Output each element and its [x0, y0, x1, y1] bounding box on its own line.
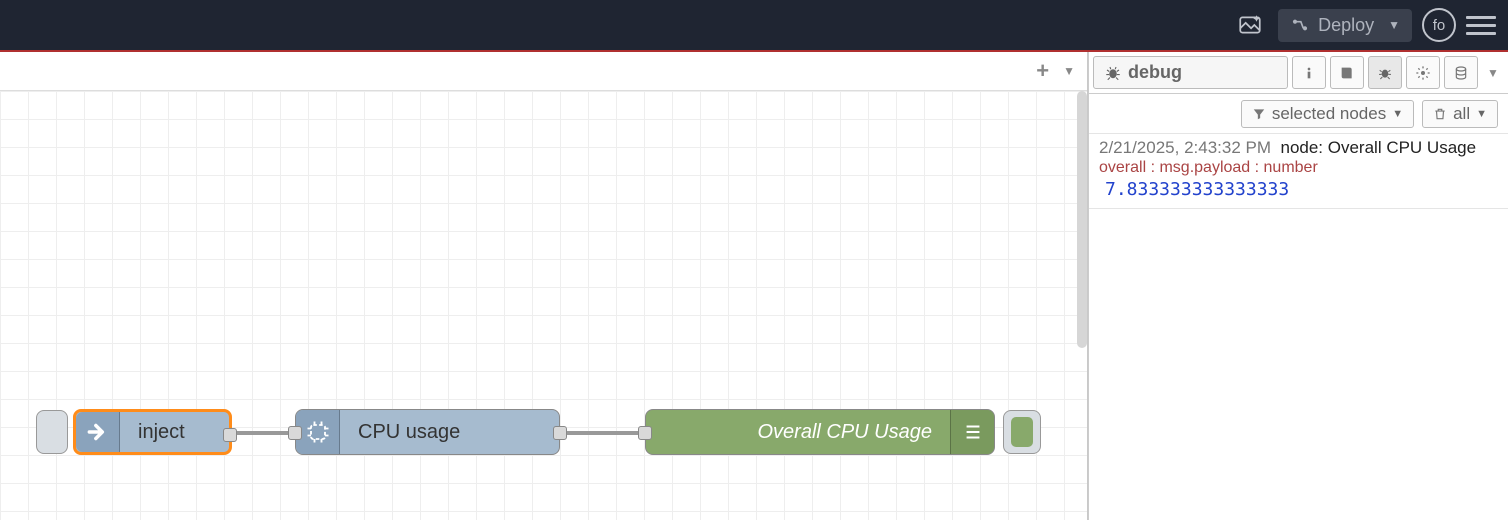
workspace: + ▼ inject — [0, 52, 1508, 520]
debug-clear-button[interactable]: all ▼ — [1422, 100, 1498, 128]
debug-filter-button[interactable]: selected nodes ▼ — [1241, 100, 1414, 128]
debug-toolbar: selected nodes ▼ all ▼ — [1089, 94, 1508, 134]
bug-icon — [1377, 65, 1393, 81]
sidebar-tab-help[interactable] — [1330, 56, 1364, 89]
app-header: Deploy ▼ fo — [0, 0, 1508, 52]
canvas-scrollbar[interactable] — [1077, 91, 1087, 348]
flow-canvas-wrap: + ▼ inject — [0, 52, 1088, 520]
user-initials: fo — [1433, 17, 1446, 34]
bug-icon — [1104, 64, 1122, 82]
debug-timestamp: 2/21/2025, 2:43:32 PM — [1099, 138, 1271, 157]
node-input-port[interactable] — [288, 426, 302, 440]
sidebar: debug ▼ — [1088, 52, 1508, 520]
deploy-button[interactable]: Deploy ▼ — [1278, 9, 1412, 42]
menu-button[interactable] — [1466, 10, 1496, 40]
add-tab-button[interactable]: + — [1036, 58, 1049, 84]
node-output-port[interactable] — [223, 428, 237, 442]
list-icon — [950, 410, 994, 454]
node-cpu-usage[interactable]: CPU usage — [295, 409, 560, 455]
debug-topic-line: overall : msg.payload : number — [1099, 159, 1498, 177]
debug-toggle-indicator — [1011, 417, 1033, 447]
debug-message[interactable]: 2/21/2025, 2:43:32 PM node: Overall CPU … — [1089, 134, 1508, 209]
debug-node-name: Overall CPU Usage — [1328, 138, 1476, 157]
chip-icon — [296, 410, 340, 454]
tab-menu-caret[interactable]: ▼ — [1063, 64, 1075, 78]
sidebar-tab-config[interactable] — [1406, 56, 1440, 89]
sidebar-tab-overflow[interactable]: ▼ — [1482, 56, 1504, 89]
flow-canvas[interactable]: inject CPU usage Overall CPU Usage — [0, 90, 1087, 520]
book-icon — [1339, 65, 1355, 81]
sidebar-tab-debug[interactable]: debug — [1093, 56, 1288, 89]
inject-icon — [76, 412, 120, 452]
database-icon — [1453, 65, 1469, 81]
canvas-toolbar: + ▼ — [1024, 52, 1087, 90]
sidebar-tabs: debug ▼ — [1089, 52, 1508, 94]
debug-all-label: all — [1453, 104, 1470, 124]
node-label: inject — [120, 421, 229, 444]
image-sparkle-icon[interactable] — [1232, 7, 1268, 43]
node-input-port[interactable] — [638, 426, 652, 440]
sidebar-tab-context[interactable] — [1444, 56, 1478, 89]
gear-icon — [1415, 65, 1431, 81]
user-avatar[interactable]: fo — [1422, 8, 1456, 42]
node-output-port[interactable] — [553, 426, 567, 440]
trash-icon — [1433, 107, 1447, 121]
node-debug[interactable]: Overall CPU Usage — [645, 409, 995, 455]
debug-node-prefix: node: — [1280, 138, 1327, 157]
caret-down-icon: ▼ — [1476, 108, 1487, 120]
sidebar-tab-debug-icon[interactable] — [1368, 56, 1402, 89]
inject-trigger-button[interactable] — [36, 410, 68, 454]
node-label: CPU usage — [340, 421, 559, 444]
sidebar-tab-label: debug — [1128, 62, 1182, 83]
debug-toggle-button[interactable] — [1003, 410, 1041, 454]
sidebar-tab-info[interactable] — [1292, 56, 1326, 89]
deploy-label: Deploy — [1318, 15, 1374, 36]
deploy-icon — [1290, 15, 1310, 35]
debug-value: 7.833333333333333 — [1099, 179, 1498, 200]
debug-filter-label: selected nodes — [1272, 104, 1386, 124]
node-inject[interactable]: inject — [73, 409, 232, 455]
node-label: Overall CPU Usage — [646, 421, 950, 444]
caret-down-icon: ▼ — [1392, 108, 1403, 120]
info-icon — [1301, 65, 1317, 81]
caret-down-icon: ▼ — [1388, 18, 1400, 32]
filter-icon — [1252, 107, 1266, 121]
debug-message-list: 2/21/2025, 2:43:32 PM node: Overall CPU … — [1089, 134, 1508, 520]
